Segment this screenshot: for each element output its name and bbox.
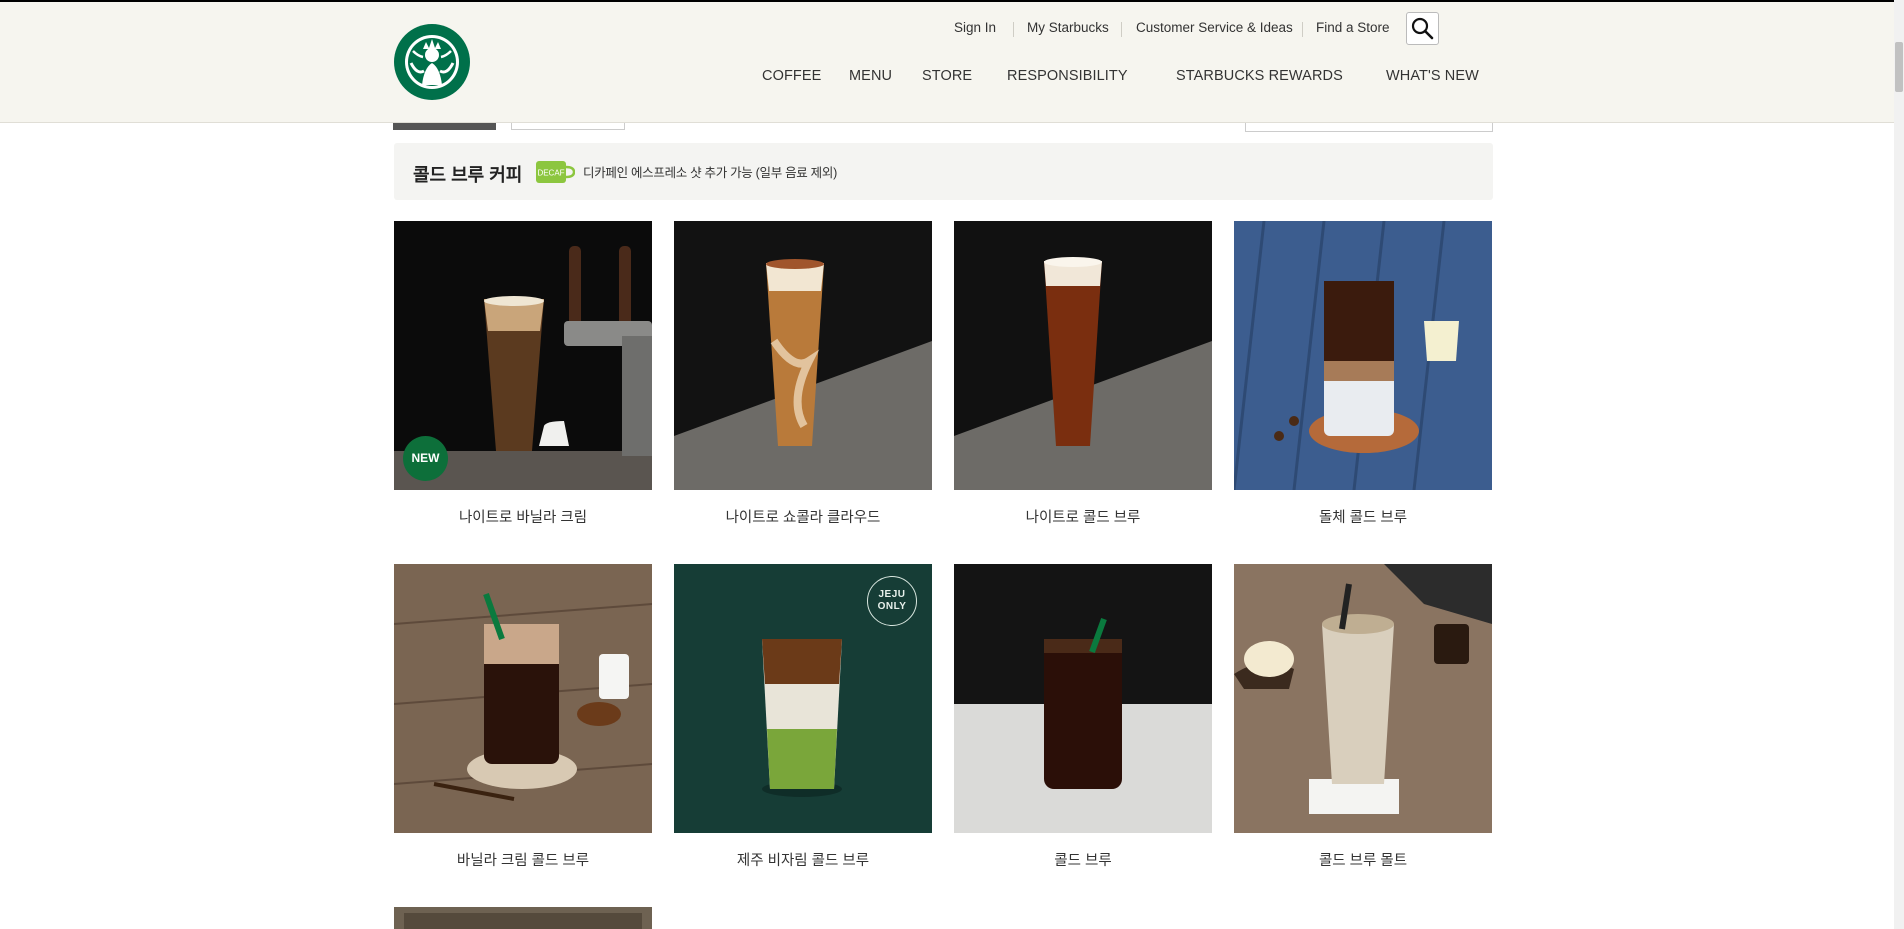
product-image[interactable]: [1234, 564, 1492, 833]
product-image[interactable]: [674, 221, 932, 490]
util-separator: [1302, 22, 1303, 37]
decaf-note: 디카페인 에스프레소 샷 추가 가능 (일부 음료 제외): [583, 166, 837, 180]
product-name[interactable]: 나이트로 바닐라 크림: [394, 506, 652, 527]
product-card[interactable]: [394, 907, 652, 929]
product-image[interactable]: JEJU ONLY: [674, 564, 932, 833]
jeju-badge-line: JEJU: [878, 589, 906, 600]
decaf-badge-label: DECAF: [537, 169, 564, 178]
product-name[interactable]: 나이트로 쇼콜라 클라우드: [674, 506, 932, 527]
jeju-badge-line: ONLY: [877, 601, 907, 612]
utility-nav: Sign In My Starbucks Customer Service & …: [0, 16, 1894, 42]
my-starbucks-link[interactable]: My Starbucks: [1027, 20, 1109, 35]
product-image[interactable]: [394, 907, 652, 929]
nav-starbucks-rewards[interactable]: STARBUCKS REWARDS: [1176, 68, 1343, 84]
product-card[interactable]: 나이트로 콜드 브루: [954, 221, 1212, 527]
nav-responsibility[interactable]: RESPONSIBILITY: [1007, 68, 1128, 84]
product-card[interactable]: 콜드 브루 몰트: [1234, 564, 1492, 870]
util-separator: [1121, 22, 1122, 37]
nav-menu[interactable]: MENU: [849, 68, 892, 84]
sign-in-link[interactable]: Sign In: [954, 20, 996, 35]
util-separator: [1013, 22, 1014, 37]
product-name[interactable]: 제주 비자림 콜드 브루: [674, 849, 932, 870]
decaf-cup-icon: DECAF: [536, 161, 575, 183]
find-a-store-link[interactable]: Find a Store: [1316, 20, 1390, 35]
product-card[interactable]: 나이트로 쇼콜라 클라우드: [674, 221, 932, 527]
category-title: 콜드 브루 커피: [413, 165, 523, 185]
product-name[interactable]: 콜드 브루: [954, 849, 1212, 870]
product-name[interactable]: 돌체 콜드 브루: [1234, 506, 1492, 527]
product-name[interactable]: 바닐라 크림 콜드 브루: [394, 849, 652, 870]
scrollbar-thumb[interactable]: [1895, 42, 1903, 92]
product-name[interactable]: 콜드 브루 몰트: [1234, 849, 1492, 870]
product-image[interactable]: [954, 564, 1212, 833]
nav-store[interactable]: STORE: [922, 68, 972, 84]
product-image[interactable]: [394, 564, 652, 833]
product-name[interactable]: 나이트로 콜드 브루: [954, 506, 1212, 527]
search-icon: [1411, 17, 1434, 40]
product-card[interactable]: NEW 나이트로 바닐라 크림: [394, 221, 652, 527]
category-tab[interactable]: [511, 122, 625, 130]
product-image[interactable]: [1234, 221, 1492, 490]
product-card[interactable]: 콜드 브루: [954, 564, 1212, 870]
nav-whats-new[interactable]: WHAT'S NEW: [1386, 68, 1479, 84]
scrollbar[interactable]: [1894, 0, 1904, 929]
site-header: Sign In My Starbucks Customer Service & …: [0, 2, 1894, 123]
category-tab-active[interactable]: [393, 122, 496, 130]
customer-service-link[interactable]: Customer Service & Ideas: [1136, 20, 1293, 35]
product-image[interactable]: NEW: [394, 221, 652, 490]
product-card[interactable]: 돌체 콜드 브루: [1234, 221, 1492, 527]
search-button[interactable]: [1406, 12, 1439, 45]
category-header: 콜드 브루 커피 DECAF 디카페인 에스프레소 샷 추가 가능 (일부 음료…: [394, 143, 1493, 200]
new-badge: NEW: [403, 436, 448, 481]
product-image[interactable]: [954, 221, 1212, 490]
product-card[interactable]: 바닐라 크림 콜드 브루: [394, 564, 652, 870]
jeju-only-badge: JEJU ONLY: [867, 576, 917, 626]
filter-select[interactable]: [1245, 122, 1493, 132]
nav-coffee[interactable]: COFFEE: [762, 68, 821, 84]
product-card[interactable]: JEJU ONLY 제주 비자림 콜드 브루: [674, 564, 932, 870]
